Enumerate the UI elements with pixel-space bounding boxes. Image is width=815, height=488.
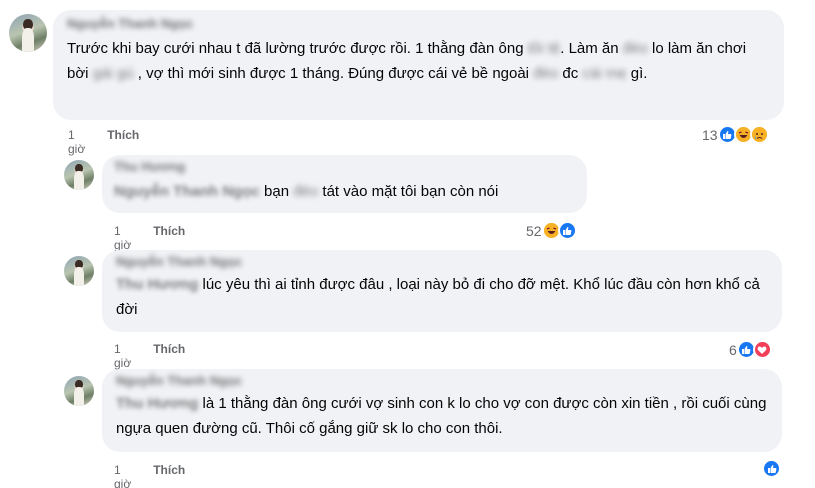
like-reaction-icon xyxy=(762,459,781,478)
mention-link[interactable]: Thu Hương xyxy=(116,276,198,293)
comment-actions: 1 giờ Thích xyxy=(114,342,185,370)
like-reaction-icon xyxy=(557,221,577,240)
comment-bubble: Nguyễn Thanh Ngọc Thu Hương là 1 thằng đ… xyxy=(102,369,782,452)
sad-reaction-icon xyxy=(749,125,769,144)
reaction-count: 52 xyxy=(526,222,542,239)
comment-author[interactable]: Nguyễn Thanh Ngọc xyxy=(116,254,768,270)
comment-actions: 1 giờ Thích xyxy=(114,463,185,488)
comment-text: Trước khi bay cưới nhau t đã lường trước… xyxy=(67,40,747,82)
comment-author[interactable]: Thu Hương xyxy=(114,159,575,175)
love-reaction-icon xyxy=(752,340,772,359)
reaction-summary[interactable] xyxy=(762,459,781,478)
comment-actions: 1 giờ Thích xyxy=(114,224,185,252)
comment-timestamp[interactable]: 1 giờ xyxy=(68,128,85,156)
comment-text: Thu Hương là 1 thằng đàn ông cưới vợ sin… xyxy=(116,395,767,437)
mention-link[interactable]: Nguyễn Thanh Ngọc xyxy=(114,183,260,200)
reaction-summary[interactable]: 52 xyxy=(526,221,577,240)
reaction-summary[interactable]: 13 xyxy=(702,125,769,144)
avatar[interactable] xyxy=(64,160,94,190)
avatar[interactable] xyxy=(64,376,94,406)
comment-bubble: Thu Hương Nguyễn Thanh Ngọc bạn đéo tát … xyxy=(102,155,587,213)
reaction-count: 13 xyxy=(702,126,718,143)
comment-timestamp[interactable]: 1 giờ xyxy=(114,463,131,488)
reaction-summary[interactable]: 6 xyxy=(729,340,772,359)
reaction-count: 6 xyxy=(729,341,737,358)
comment-text: Nguyễn Thanh Ngọc bạn đéo tát vào mặt tô… xyxy=(114,183,499,200)
like-button[interactable]: Thích xyxy=(153,342,185,370)
mention-link[interactable]: Thu Hương xyxy=(116,395,198,412)
like-button[interactable]: Thích xyxy=(153,463,185,488)
comment-bubble: Nguyễn Thanh Ngọc Trước khi bay cưới nha… xyxy=(53,10,784,120)
comment-author[interactable]: Nguyễn Thanh Ngọc xyxy=(67,16,770,32)
comment-timestamp[interactable]: 1 giờ xyxy=(114,342,131,370)
comment-text: Thu Hương lúc yêu thì ai tỉnh được đâu ,… xyxy=(116,276,760,318)
avatar[interactable] xyxy=(64,256,94,286)
comment-actions: 1 giờ Thích xyxy=(68,128,139,156)
like-button[interactable]: Thích xyxy=(107,128,139,156)
avatar[interactable] xyxy=(9,14,47,52)
like-button[interactable]: Thích xyxy=(153,224,185,252)
comment-timestamp[interactable]: 1 giờ xyxy=(114,224,131,252)
comment-author[interactable]: Nguyễn Thanh Ngọc xyxy=(116,373,768,389)
comment-bubble: Nguyễn Thanh Ngọc Thu Hương lúc yêu thì … xyxy=(102,250,782,332)
